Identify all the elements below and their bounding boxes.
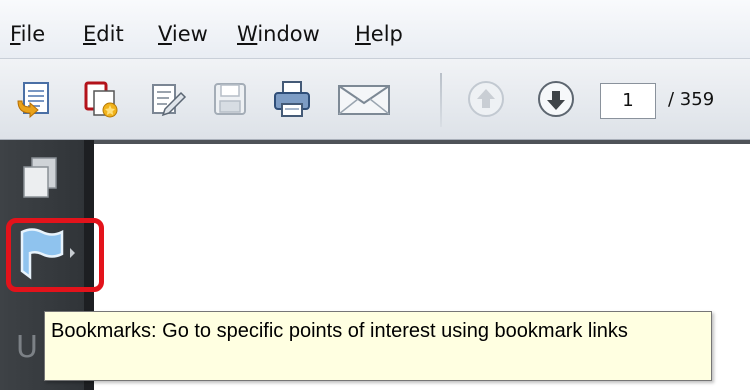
edit-document-icon[interactable] (147, 79, 187, 119)
bookmarks-highlight (6, 218, 104, 292)
menu-bar: File Edit View Window Help (0, 0, 750, 59)
signatures-icon[interactable]: U (16, 330, 38, 365)
next-page-icon[interactable] (536, 79, 576, 119)
menu-edit[interactable]: Edit (83, 22, 124, 46)
page-total-label: / 359 (668, 89, 715, 110)
create-pdf-icon[interactable] (14, 79, 54, 119)
pages-icon[interactable] (18, 155, 64, 201)
save-icon[interactable] (210, 79, 250, 119)
print-icon[interactable] (272, 79, 312, 119)
menu-window[interactable]: Window (237, 22, 320, 46)
combine-files-icon[interactable] (80, 79, 120, 119)
menu-file[interactable]: File (10, 22, 45, 46)
previous-page-icon[interactable] (466, 79, 506, 119)
menu-help[interactable]: Help (355, 22, 403, 46)
toolbar: 1 / 359 (0, 59, 750, 140)
page-number-input[interactable]: 1 (600, 83, 656, 119)
bookmarks-tooltip: Bookmarks: Go to specific points of inte… (44, 311, 712, 381)
menu-view[interactable]: View (158, 22, 208, 46)
email-icon[interactable] (336, 79, 392, 119)
toolbar-separator (440, 73, 442, 127)
